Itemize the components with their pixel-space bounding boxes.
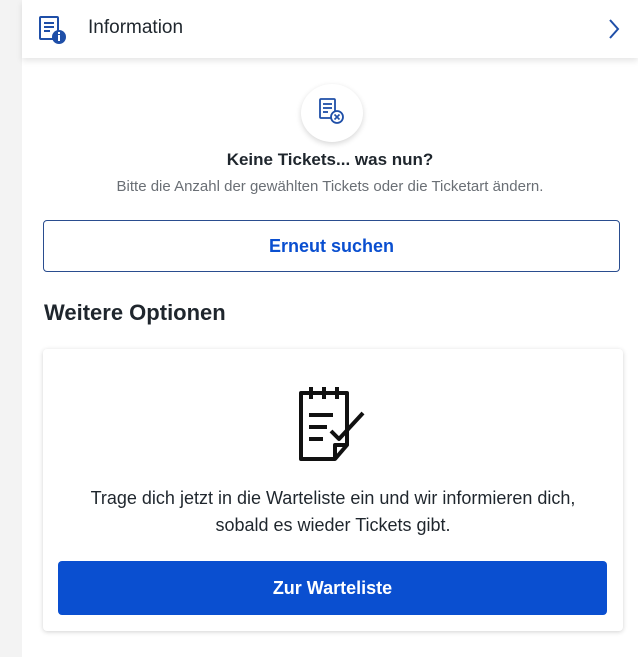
waitlist-card: Trage dich jetzt in die Warteliste ein u… <box>43 349 623 631</box>
ticket-info-icon <box>37 14 69 46</box>
main-panel: Information Keine Tickets... was nun? Bi… <box>22 0 638 657</box>
empty-state-badge <box>301 84 363 142</box>
waitlist-notepad-icon <box>297 385 369 465</box>
ticket-cancel-icon <box>319 98 344 124</box>
waitlist-description: Trage dich jetzt in die Warteliste ein u… <box>90 488 576 535</box>
empty-state-subtitle: Bitte die Anzahl der gewählten Tickets o… <box>116 178 544 195</box>
join-waitlist-button[interactable]: Zur Warteliste <box>58 561 607 615</box>
empty-state-title: Keine Tickets... was nun? <box>226 150 434 169</box>
information-label: Information <box>88 17 184 38</box>
information-row[interactable]: Information <box>22 0 638 58</box>
more-options-title: Weitere Optionen <box>44 300 226 325</box>
retry-search-button[interactable]: Erneut suchen <box>43 220 620 272</box>
chevron-right-icon <box>606 17 622 41</box>
